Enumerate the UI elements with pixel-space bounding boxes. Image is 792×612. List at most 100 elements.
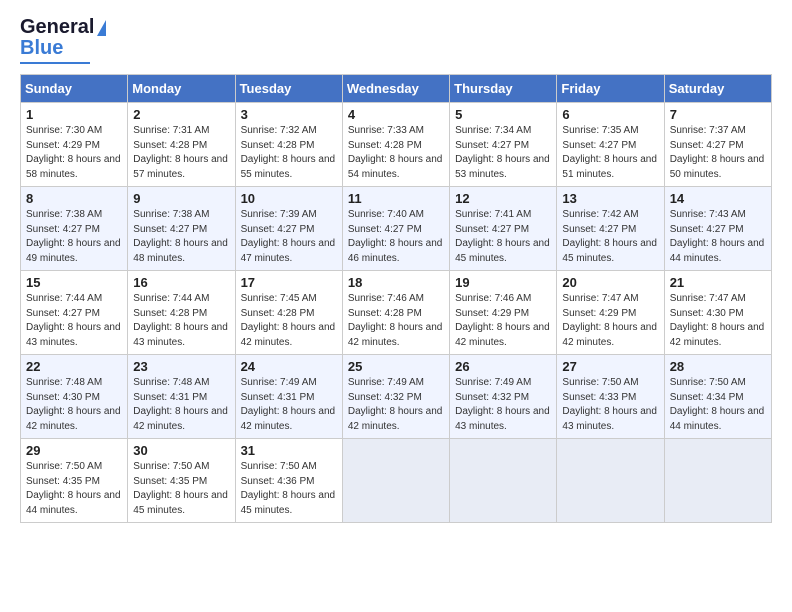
- day-number: 11: [348, 191, 444, 206]
- day-number: 22: [26, 359, 122, 374]
- col-header-monday: Monday: [128, 75, 235, 103]
- col-header-friday: Friday: [557, 75, 664, 103]
- day-number: 26: [455, 359, 551, 374]
- day-number: 10: [241, 191, 337, 206]
- logo-general: General: [20, 16, 94, 39]
- col-header-sunday: Sunday: [21, 75, 128, 103]
- day-cell: 23 Sunrise: 7:48 AMSunset: 4:31 PMDaylig…: [128, 355, 235, 439]
- day-number: 12: [455, 191, 551, 206]
- day-cell: 10 Sunrise: 7:39 AMSunset: 4:27 PMDaylig…: [235, 187, 342, 271]
- day-info: Sunrise: 7:38 AMSunset: 4:27 PMDaylight:…: [26, 209, 121, 264]
- day-info: Sunrise: 7:40 AMSunset: 4:27 PMDaylight:…: [348, 209, 443, 264]
- day-cell: 15 Sunrise: 7:44 AMSunset: 4:27 PMDaylig…: [21, 271, 128, 355]
- day-number: 21: [670, 275, 766, 290]
- day-info: Sunrise: 7:38 AMSunset: 4:27 PMDaylight:…: [133, 209, 228, 264]
- day-info: Sunrise: 7:47 AMSunset: 4:30 PMDaylight:…: [670, 293, 765, 348]
- logo-underline: [20, 62, 90, 64]
- day-cell: 4 Sunrise: 7:33 AMSunset: 4:28 PMDayligh…: [342, 103, 449, 187]
- logo-blue: Blue: [20, 37, 63, 60]
- day-info: Sunrise: 7:49 AMSunset: 4:32 PMDaylight:…: [455, 377, 550, 432]
- day-info: Sunrise: 7:46 AMSunset: 4:28 PMDaylight:…: [348, 293, 443, 348]
- day-cell: 25 Sunrise: 7:49 AMSunset: 4:32 PMDaylig…: [342, 355, 449, 439]
- day-info: Sunrise: 7:30 AMSunset: 4:29 PMDaylight:…: [26, 125, 121, 180]
- day-info: Sunrise: 7:39 AMSunset: 4:27 PMDaylight:…: [241, 209, 336, 264]
- logo: General Blue: [20, 16, 106, 64]
- day-cell: 20 Sunrise: 7:47 AMSunset: 4:29 PMDaylig…: [557, 271, 664, 355]
- day-number: 18: [348, 275, 444, 290]
- day-number: 24: [241, 359, 337, 374]
- day-number: 8: [26, 191, 122, 206]
- day-number: 20: [562, 275, 658, 290]
- day-number: 30: [133, 443, 229, 458]
- day-cell: 27 Sunrise: 7:50 AMSunset: 4:33 PMDaylig…: [557, 355, 664, 439]
- day-info: Sunrise: 7:33 AMSunset: 4:28 PMDaylight:…: [348, 125, 443, 180]
- day-info: Sunrise: 7:44 AMSunset: 4:27 PMDaylight:…: [26, 293, 121, 348]
- day-info: Sunrise: 7:37 AMSunset: 4:27 PMDaylight:…: [670, 125, 765, 180]
- day-number: 7: [670, 107, 766, 122]
- calendar: SundayMondayTuesdayWednesdayThursdayFrid…: [20, 74, 772, 523]
- day-number: 13: [562, 191, 658, 206]
- day-cell: 17 Sunrise: 7:45 AMSunset: 4:28 PMDaylig…: [235, 271, 342, 355]
- day-number: 28: [670, 359, 766, 374]
- col-header-saturday: Saturday: [664, 75, 771, 103]
- day-cell: 22 Sunrise: 7:48 AMSunset: 4:30 PMDaylig…: [21, 355, 128, 439]
- week-row-2: 8 Sunrise: 7:38 AMSunset: 4:27 PMDayligh…: [21, 187, 772, 271]
- day-number: 16: [133, 275, 229, 290]
- day-cell: 30 Sunrise: 7:50 AMSunset: 4:35 PMDaylig…: [128, 439, 235, 523]
- day-info: Sunrise: 7:49 AMSunset: 4:32 PMDaylight:…: [348, 377, 443, 432]
- day-number: 4: [348, 107, 444, 122]
- day-info: Sunrise: 7:31 AMSunset: 4:28 PMDaylight:…: [133, 125, 228, 180]
- day-number: 2: [133, 107, 229, 122]
- day-cell: 29 Sunrise: 7:50 AMSunset: 4:35 PMDaylig…: [21, 439, 128, 523]
- day-cell: [557, 439, 664, 523]
- day-info: Sunrise: 7:49 AMSunset: 4:31 PMDaylight:…: [241, 377, 336, 432]
- day-info: Sunrise: 7:43 AMSunset: 4:27 PMDaylight:…: [670, 209, 765, 264]
- day-cell: [664, 439, 771, 523]
- day-info: Sunrise: 7:32 AMSunset: 4:28 PMDaylight:…: [241, 125, 336, 180]
- day-cell: 9 Sunrise: 7:38 AMSunset: 4:27 PMDayligh…: [128, 187, 235, 271]
- day-cell: 19 Sunrise: 7:46 AMSunset: 4:29 PMDaylig…: [450, 271, 557, 355]
- day-cell: 14 Sunrise: 7:43 AMSunset: 4:27 PMDaylig…: [664, 187, 771, 271]
- day-info: Sunrise: 7:50 AMSunset: 4:33 PMDaylight:…: [562, 377, 657, 432]
- day-number: 3: [241, 107, 337, 122]
- day-cell: [342, 439, 449, 523]
- day-info: Sunrise: 7:45 AMSunset: 4:28 PMDaylight:…: [241, 293, 336, 348]
- day-info: Sunrise: 7:50 AMSunset: 4:36 PMDaylight:…: [241, 461, 336, 516]
- day-info: Sunrise: 7:48 AMSunset: 4:30 PMDaylight:…: [26, 377, 121, 432]
- day-number: 27: [562, 359, 658, 374]
- day-cell: 26 Sunrise: 7:49 AMSunset: 4:32 PMDaylig…: [450, 355, 557, 439]
- day-number: 5: [455, 107, 551, 122]
- day-info: Sunrise: 7:50 AMSunset: 4:35 PMDaylight:…: [133, 461, 228, 516]
- day-cell: 24 Sunrise: 7:49 AMSunset: 4:31 PMDaylig…: [235, 355, 342, 439]
- day-cell: 13 Sunrise: 7:42 AMSunset: 4:27 PMDaylig…: [557, 187, 664, 271]
- day-number: 15: [26, 275, 122, 290]
- col-header-tuesday: Tuesday: [235, 75, 342, 103]
- header: General Blue: [20, 16, 772, 64]
- day-cell: 18 Sunrise: 7:46 AMSunset: 4:28 PMDaylig…: [342, 271, 449, 355]
- day-cell: [450, 439, 557, 523]
- day-number: 1: [26, 107, 122, 122]
- day-number: 19: [455, 275, 551, 290]
- col-header-wednesday: Wednesday: [342, 75, 449, 103]
- day-info: Sunrise: 7:46 AMSunset: 4:29 PMDaylight:…: [455, 293, 550, 348]
- day-info: Sunrise: 7:34 AMSunset: 4:27 PMDaylight:…: [455, 125, 550, 180]
- day-info: Sunrise: 7:48 AMSunset: 4:31 PMDaylight:…: [133, 377, 228, 432]
- day-cell: 7 Sunrise: 7:37 AMSunset: 4:27 PMDayligh…: [664, 103, 771, 187]
- day-cell: 31 Sunrise: 7:50 AMSunset: 4:36 PMDaylig…: [235, 439, 342, 523]
- day-number: 6: [562, 107, 658, 122]
- day-info: Sunrise: 7:41 AMSunset: 4:27 PMDaylight:…: [455, 209, 550, 264]
- day-cell: 3 Sunrise: 7:32 AMSunset: 4:28 PMDayligh…: [235, 103, 342, 187]
- day-number: 31: [241, 443, 337, 458]
- week-row-5: 29 Sunrise: 7:50 AMSunset: 4:35 PMDaylig…: [21, 439, 772, 523]
- day-cell: 12 Sunrise: 7:41 AMSunset: 4:27 PMDaylig…: [450, 187, 557, 271]
- day-number: 17: [241, 275, 337, 290]
- page: General Blue SundayMondayTuesdayWednesda…: [0, 0, 792, 612]
- day-info: Sunrise: 7:42 AMSunset: 4:27 PMDaylight:…: [562, 209, 657, 264]
- day-info: Sunrise: 7:50 AMSunset: 4:34 PMDaylight:…: [670, 377, 765, 432]
- day-cell: 21 Sunrise: 7:47 AMSunset: 4:30 PMDaylig…: [664, 271, 771, 355]
- day-number: 23: [133, 359, 229, 374]
- day-number: 29: [26, 443, 122, 458]
- day-info: Sunrise: 7:50 AMSunset: 4:35 PMDaylight:…: [26, 461, 121, 516]
- day-info: Sunrise: 7:47 AMSunset: 4:29 PMDaylight:…: [562, 293, 657, 348]
- day-cell: 2 Sunrise: 7:31 AMSunset: 4:28 PMDayligh…: [128, 103, 235, 187]
